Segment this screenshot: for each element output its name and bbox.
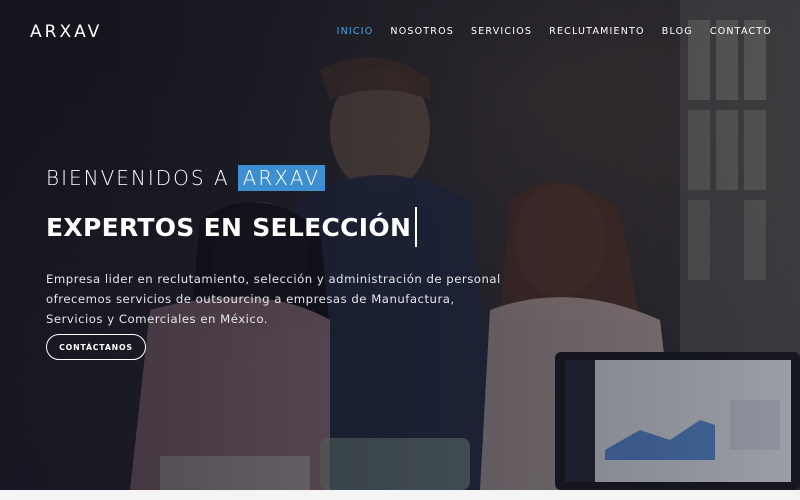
top-navbar: ARXAV INICIO NOSOTROS SERVICIOS RECLUTAM… [0,0,800,64]
nav-link-nosotros[interactable]: NOSOTROS [390,26,454,37]
next-section-edge [0,490,800,500]
nav-link-servicios[interactable]: SERVICIOS [471,26,532,37]
hero-headline: EXPERTOS EN SELECCIÓN [46,207,566,247]
hero-description: Empresa lider en reclutamiento, selecció… [46,269,516,329]
main-menu: INICIO NOSOTROS SERVICIOS RECLUTAMIENTO … [337,26,772,37]
nav-link-blog[interactable]: BLOG [662,26,693,37]
description-line: Servicios y Comerciales en México. [46,312,268,326]
contact-cta-button[interactable]: CONTÁCTANOS [46,334,146,360]
welcome-prefix: BIENVENIDOS A [46,166,230,190]
headline-static-text: EXPERTOS EN [46,212,243,242]
typing-cursor [415,207,418,247]
hero-content: BIENVENIDOS A ARXAV EXPERTOS EN SELECCIÓ… [46,164,566,329]
headline-typed-text: SELECCIÓN [252,212,412,242]
welcome-heading: BIENVENIDOS A ARXAV [46,164,566,192]
description-line: Empresa lider en reclutamiento, selecció… [46,272,501,286]
description-line: ofrecemos servicios de outsourcing a emp… [46,292,455,306]
nav-link-contacto[interactable]: CONTACTO [710,26,772,37]
welcome-brand-highlight: ARXAV [237,165,326,191]
nav-link-inicio[interactable]: INICIO [337,26,374,37]
nav-link-reclutamiento[interactable]: RECLUTAMIENTO [549,26,645,37]
site-logo[interactable]: ARXAV [30,22,102,42]
hero-section: ARXAV INICIO NOSOTROS SERVICIOS RECLUTAM… [0,0,800,490]
